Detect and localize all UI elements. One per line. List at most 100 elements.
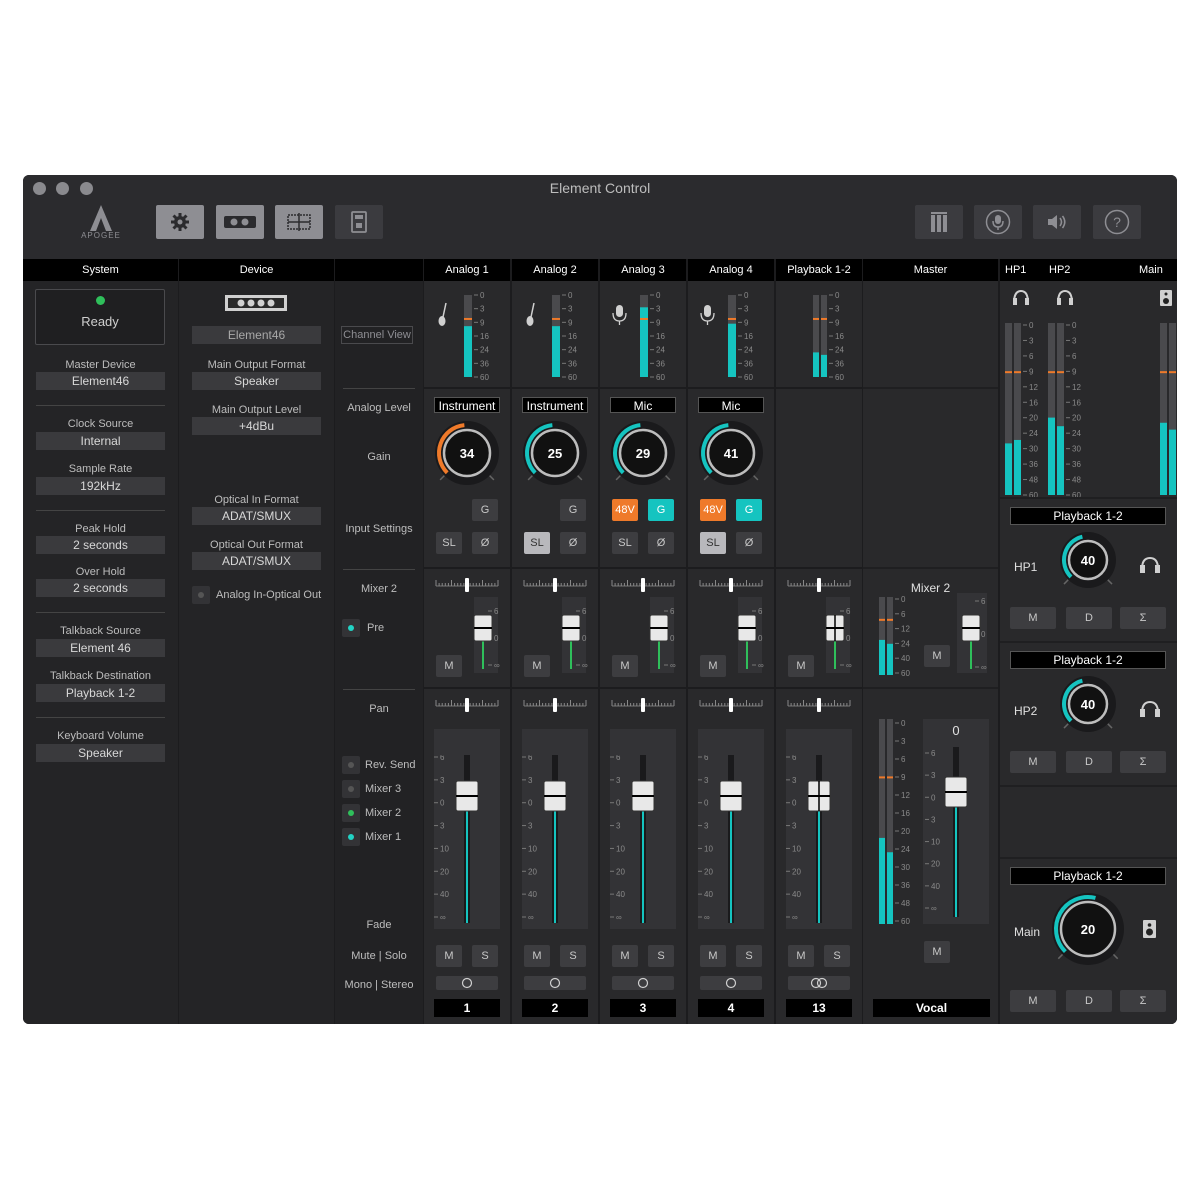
mixer-pan-slider [435, 578, 499, 592]
mixer-mute-button[interactable]: M [436, 655, 462, 677]
master-mixer-mute-button[interactable]: M [924, 645, 950, 667]
master-mute-button[interactable]: M [924, 941, 950, 963]
channel-meter-bar-peak [552, 317, 560, 320]
output-sum-button[interactable]: Σ [1120, 751, 1166, 773]
output-source-select[interactable]: Playback 1-2 [1010, 651, 1166, 669]
phase-invert-button[interactable]: Ø [560, 532, 586, 554]
output-volume-knob: 40 [1060, 532, 1116, 588]
channel-fader-scale-tick-label: 6 [528, 755, 533, 762]
soft-limit-button[interactable]: SL [524, 532, 550, 554]
channel-meter-scale-tick-label: 0 [744, 291, 749, 300]
gain-knob-end-tick [489, 475, 495, 481]
mono-stereo-button[interactable] [524, 976, 586, 990]
mixer-fader: 6 0 ∞ [473, 597, 500, 673]
master-fader-scale-tick-label: 10 [931, 838, 940, 847]
mute-button[interactable]: M [612, 945, 638, 967]
mic-head [704, 305, 711, 317]
channel-fader-area: 06 3 0 3 10 20 40 ∞ MS 13 [776, 689, 862, 1024]
analog-level-select[interactable]: Instrument [434, 397, 500, 413]
master-meter-scale-tick-label: 60 [901, 917, 910, 926]
group-button[interactable]: G [560, 499, 586, 521]
output-mute-button[interactable]: M [1010, 751, 1056, 773]
channel-meter-scale-tick-label: 24 [568, 346, 577, 355]
phantom-48v-button[interactable]: 48V [612, 499, 638, 521]
hp2-meter-scale-tick-label: 36 [1072, 460, 1081, 469]
soft-limit-button[interactable]: SL [612, 532, 638, 554]
channel-fader-scale-tick-label: 3 [528, 776, 533, 785]
channel-fader-scale-tick-label: 3 [792, 822, 797, 831]
phantom-48v-button[interactable]: 48V [700, 499, 726, 521]
channel-meter-scale-tick-label: 60 [744, 373, 753, 382]
mono-stereo-button[interactable] [612, 976, 674, 990]
solo-button[interactable]: S [560, 945, 586, 967]
group-button[interactable]: G [736, 499, 762, 521]
master-meter-scale-tick-label: 9 [901, 773, 906, 782]
output-source-select[interactable]: Playback 1-2 [1010, 867, 1166, 885]
output-sum-button[interactable]: Σ [1120, 990, 1166, 1012]
channel-meter-bar-level [464, 326, 472, 377]
stereo-ring-right [816, 977, 828, 989]
hp2-meter-scale-tick-label: 20 [1072, 414, 1081, 423]
channel-meter-scale-tick-label: 60 [656, 373, 665, 382]
mono-ring [725, 977, 737, 989]
channel-fader: 6 3 0 3 10 20 40 ∞ [434, 755, 479, 923]
channel-fader-scale-tick-label: 0 [616, 799, 621, 808]
pan-slider [611, 698, 675, 712]
output-volume-knob-value: 40 [1081, 553, 1095, 568]
mono-stereo-button[interactable] [436, 976, 498, 990]
master-mixer-meter-scale-tick-label: 24 [901, 639, 910, 648]
soft-limit-button[interactable]: SL [700, 532, 726, 554]
pan-slider-handle [553, 698, 557, 712]
mixer-mute-button[interactable]: M [700, 655, 726, 677]
headphones-right-cup [1155, 709, 1160, 717]
mono-stereo-button[interactable] [788, 976, 850, 990]
analog-level-select[interactable]: Mic [698, 397, 764, 413]
channel-fader: 6 3 0 3 10 20 40 ∞ [522, 755, 567, 923]
master-panel: Mixer 2 0 6 12 24 40 60 6 0 ∞ M 0 3 6 9 12 16 20 24 30 36… [863, 281, 998, 1024]
soft-limit-button[interactable]: SL [436, 532, 462, 554]
guitar-icon [526, 302, 535, 326]
mute-button[interactable]: M [788, 945, 814, 967]
phase-invert-button[interactable]: Ø [472, 532, 498, 554]
output-mute-button[interactable]: M [1010, 607, 1056, 629]
hp2-meter-scale-tick-label: 9 [1072, 367, 1077, 376]
analog-level-select[interactable]: Mic [610, 397, 676, 413]
mute-button[interactable]: M [436, 945, 462, 967]
group-button[interactable]: G [648, 499, 674, 521]
master-fader-scale-tick-label: 40 [931, 882, 940, 891]
mute-button[interactable]: M [524, 945, 550, 967]
group-button[interactable]: G [472, 499, 498, 521]
channel-meter-scale-tick-label: 16 [744, 332, 753, 341]
analog-level-select[interactable]: Instrument [522, 397, 588, 413]
gain-knob-value: 41 [724, 446, 738, 461]
mixer-fader-scale-tick-label: 0 [758, 634, 763, 643]
output-sum-button[interactable]: Σ [1120, 607, 1166, 629]
output-mute-button[interactable]: M [1010, 990, 1056, 1012]
mute-button[interactable]: M [700, 945, 726, 967]
gain-knob-end-tick [527, 475, 533, 481]
output-dim-button[interactable]: D [1066, 751, 1112, 773]
mixer-mute-button[interactable]: M [612, 655, 638, 677]
output-dim-button[interactable]: D [1066, 990, 1112, 1012]
output-source-select[interactable]: Playback 1-2 [1010, 507, 1166, 525]
solo-button[interactable]: S [824, 945, 850, 967]
output-dim-button[interactable]: D [1066, 607, 1112, 629]
hp1-meter-left-peak [1005, 371, 1012, 374]
master-fader-area: 0 3 6 9 12 16 20 24 30 36 48 60 0 6 3 0 3 10 20 40 ∞ M Vocal [863, 689, 998, 1024]
channel-fader-scale-tick-label: 10 [528, 844, 537, 853]
phase-invert-button[interactable]: Ø [648, 532, 674, 554]
mono-stereo-button[interactable] [700, 976, 762, 990]
hp1-meter-scale-tick-label: 36 [1029, 460, 1038, 469]
solo-button[interactable]: S [472, 945, 498, 967]
gain-knob-end-tick [615, 475, 621, 481]
output-section: Playback 1-2 HP2 40 M D Σ [1000, 643, 1177, 785]
solo-button[interactable]: S [648, 945, 674, 967]
mixer-mute-button[interactable]: M [788, 655, 814, 677]
channel-meter-area: 0 3 9 16 24 36 60 [512, 281, 598, 387]
channel-meter-area: 0 3 9 16 24 36 60 [600, 281, 686, 387]
mixer-mute-button[interactable]: M [524, 655, 550, 677]
phase-invert-button[interactable]: Ø [736, 532, 762, 554]
solo-button[interactable]: S [736, 945, 762, 967]
master-name: Vocal [873, 999, 990, 1017]
channel-number: 1 [434, 999, 500, 1017]
